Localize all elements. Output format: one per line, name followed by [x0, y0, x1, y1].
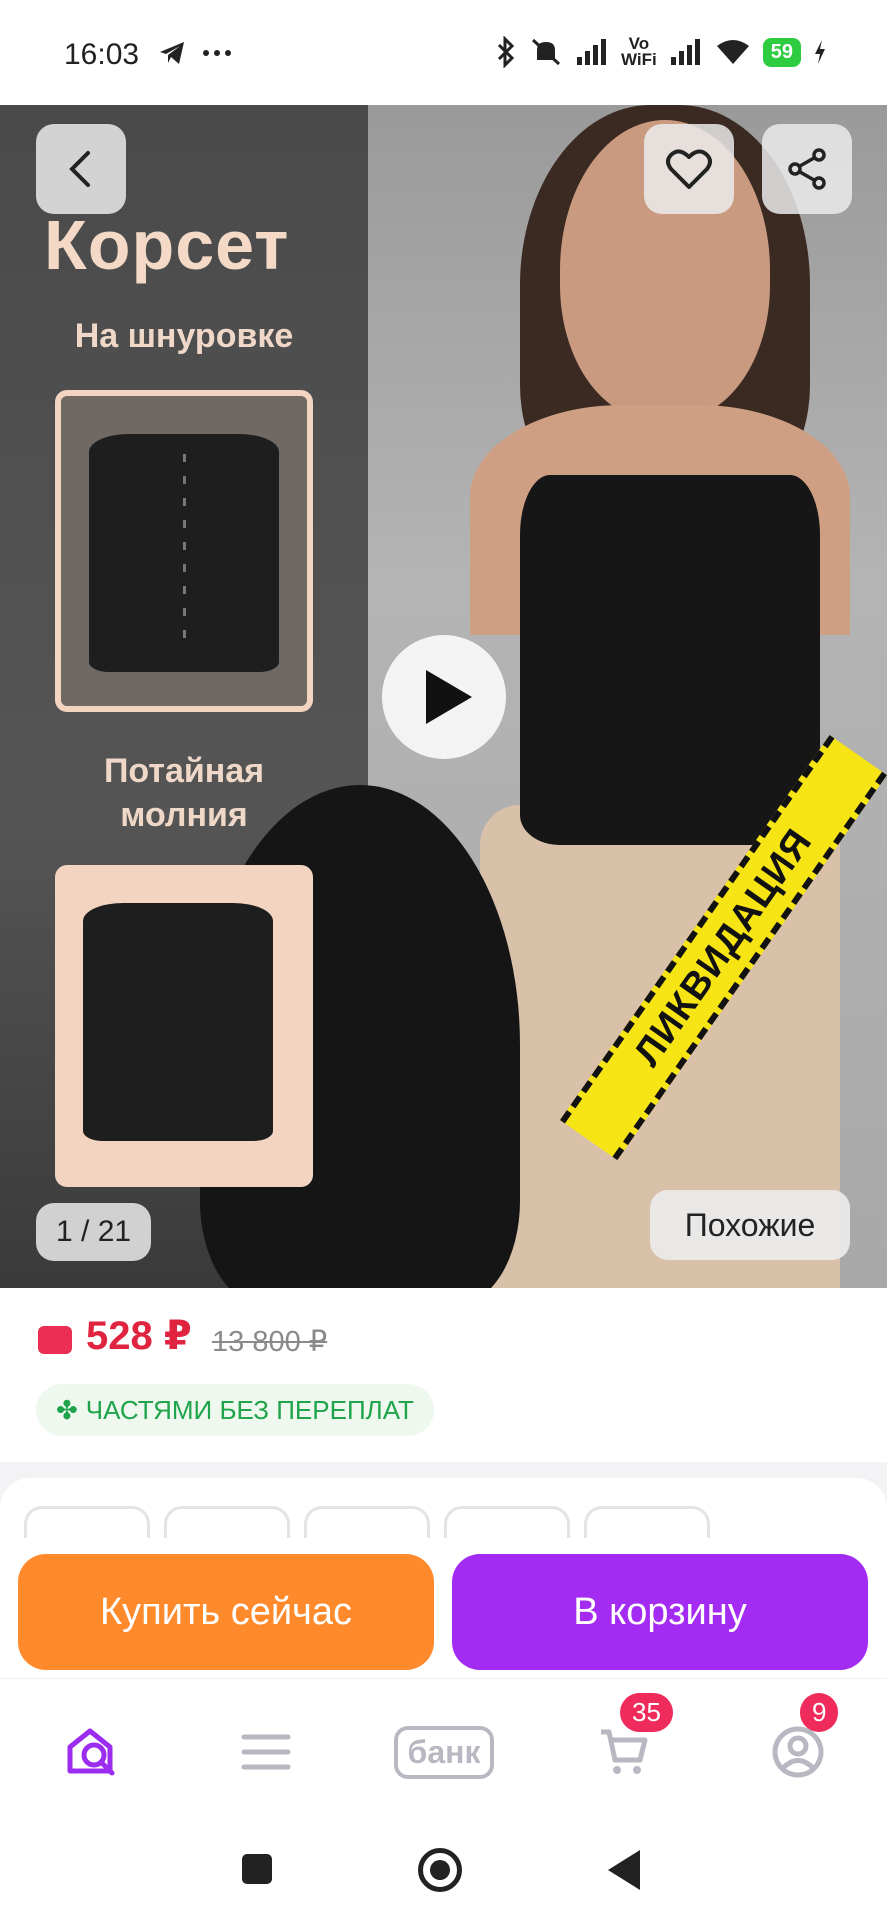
- price-card: 528 ₽ 13 800 ₽ ✤ ЧАСТЯМИ БЕЗ ПЕРЕПЛАТ: [0, 1288, 887, 1462]
- nav-profile[interactable]: 9: [758, 1693, 839, 1787]
- nav-home-search[interactable]: [52, 1717, 132, 1787]
- more-dots-icon: [203, 50, 231, 56]
- charging-icon: [815, 40, 825, 64]
- buy-now-button[interactable]: Купить сейчас: [18, 1554, 434, 1670]
- model-corset: [520, 475, 820, 845]
- menu-icon: [241, 1734, 291, 1770]
- telegram-icon: [160, 42, 184, 64]
- mute-icon: [531, 38, 561, 66]
- signal-icon: [670, 39, 700, 65]
- image-counter: 1 / 21: [36, 1203, 152, 1261]
- corset-lacing-shape: [89, 434, 279, 672]
- action-bar: Купить сейчас В корзину: [0, 1538, 887, 1678]
- share-icon: [788, 148, 826, 190]
- home-search-icon: [67, 1728, 115, 1776]
- cart-count-badge: 35: [620, 1693, 673, 1732]
- profile-icon: [772, 1726, 824, 1778]
- status-time: 16:03: [64, 38, 140, 71]
- heart-icon: [666, 149, 712, 189]
- vowifi-icon: Vo WiFi: [621, 35, 657, 69]
- cart-icon: [601, 1729, 648, 1774]
- home-button[interactable]: [418, 1848, 462, 1892]
- price-current: 528 ₽: [86, 1314, 192, 1358]
- vowifi-bottom: WiFi: [621, 50, 657, 69]
- status-bar: 16:03 Vo WiFi 59: [0, 0, 887, 105]
- similar-button[interactable]: Похожие: [650, 1190, 850, 1260]
- status-left-icons: [158, 40, 232, 66]
- corset-zipper-shape: [83, 903, 273, 1141]
- promo-image-lacing: [55, 390, 313, 712]
- back-button[interactable]: [36, 124, 126, 214]
- system-back-button[interactable]: [608, 1850, 640, 1890]
- nav-catalog[interactable]: [226, 1717, 306, 1787]
- nav-cart[interactable]: 35: [584, 1693, 673, 1787]
- chevron-left-icon: [69, 151, 90, 187]
- favorite-button[interactable]: [644, 124, 734, 214]
- wallet-icon: [38, 1326, 72, 1354]
- share-button[interactable]: [762, 124, 852, 214]
- clover-icon: ✤: [56, 1394, 78, 1425]
- price-old: 13 800 ₽: [212, 1326, 328, 1358]
- play-icon: [426, 670, 472, 724]
- bottom-nav: банк 35 9: [0, 1678, 887, 1818]
- promo-image-zipper: [55, 865, 313, 1187]
- nav-bank[interactable]: банк: [384, 1717, 504, 1787]
- installments-badge[interactable]: ✤ ЧАСТЯМИ БЕЗ ПЕРЕПЛАТ: [36, 1384, 434, 1436]
- wifi-icon: [716, 40, 749, 64]
- signal-icon: [577, 39, 607, 65]
- bluetooth-icon: [497, 36, 515, 68]
- play-video-button[interactable]: [382, 635, 506, 759]
- system-nav-bar: [0, 1818, 887, 1920]
- status-right-icons: Vo WiFi 59: [495, 35, 827, 69]
- product-gallery[interactable]: Корсет На шнуровке Потайная молния ЛИКВИ…: [0, 105, 887, 1288]
- bank-label: банк: [393, 1725, 495, 1779]
- promo-subtitle-zipper: Потайная молния: [103, 752, 265, 835]
- add-to-cart-button[interactable]: В корзину: [452, 1554, 868, 1670]
- lacing: [182, 454, 186, 652]
- profile-count-badge: 9: [800, 1693, 839, 1732]
- promo-title: Корсет: [44, 206, 290, 284]
- installments-label: ЧАСТЯМИ БЕЗ ПЕРЕПЛАТ: [85, 1394, 414, 1425]
- battery-level: 59: [762, 37, 801, 67]
- promo-subtitle-lacing: На шнуровке: [74, 317, 294, 355]
- recents-button[interactable]: [242, 1854, 272, 1884]
